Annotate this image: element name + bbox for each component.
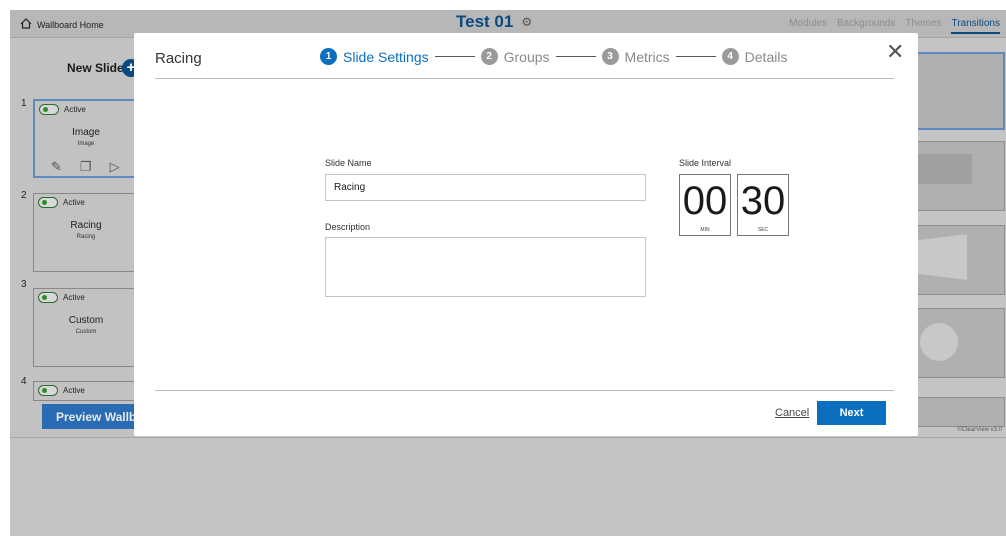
slide-number: 3 [21,279,27,290]
slide-title: Image [72,127,100,138]
step-number: 4 [721,48,739,65]
version-label: ©ClearView v3.0 [957,427,1002,433]
step-metrics[interactable]: 3 Metrics [601,48,670,65]
transition-thumb[interactable] [911,397,1005,427]
active-toggle[interactable]: Active [38,292,85,303]
top-nav: Modules Backgrounds Themes Transitions [789,18,1000,34]
slide-card-3[interactable]: Active Custom Custom [33,288,139,367]
slide-card-2[interactable]: Active Racing Racing [33,193,139,272]
step-connector [434,56,475,57]
step-groups[interactable]: 2 Groups [480,48,550,65]
home-label: Wallboard Home [37,19,104,30]
slide-subtitle: Image [77,141,95,147]
minutes-unit: MIN [700,227,710,233]
preview-wallboard-button[interactable]: Preview Wallboard [42,404,142,429]
new-slide-label: New Slide [67,61,124,75]
board-title-text: Test 01 [456,12,514,31]
edit-icon[interactable]: ✎ [51,159,62,175]
toggle-switch[interactable] [39,104,59,115]
step-label: Details [744,48,788,65]
seconds-value: 30 [740,179,786,223]
nav-themes[interactable]: Themes [905,18,941,34]
transition-thumb[interactable] [911,141,1005,211]
slide-card-1[interactable]: Active Image Image ✎ ❐ ▷ [33,99,139,178]
step-label: Metrics [624,48,670,65]
active-toggle[interactable]: Active [38,385,85,396]
step-label: Groups [503,48,550,65]
interval-seconds[interactable]: 30 SEC [737,174,789,236]
active-toggle[interactable]: Active [38,197,85,208]
seconds-unit: SEC [757,227,769,233]
slide-name-label: Slide Name [325,158,372,168]
toggle-label: Active [63,386,85,395]
step-number: 3 [601,48,619,65]
toggle-label: Active [63,293,85,302]
thumb-shape [912,234,967,280]
home-link[interactable]: Wallboard Home [20,18,104,31]
cancel-button[interactable]: Cancel [775,407,809,419]
wallboard-editor: Wallboard Home Test 01 ⚙ Modules Backgro… [10,10,1006,536]
step-number: 2 [480,48,498,65]
slide-settings-modal: Racing 1 Slide Settings 2 Groups 3 Metri… [134,33,918,436]
nav-modules[interactable]: Modules [789,18,827,34]
toggle-switch[interactable] [38,197,58,208]
toggle-label: Active [63,198,85,207]
minutes-value: 00 [682,179,728,223]
gear-icon[interactable]: ⚙ [521,15,532,29]
modal-title: Racing [155,50,202,67]
step-connector [555,56,596,57]
transition-thumb[interactable] [911,308,1005,378]
toggle-switch[interactable] [38,385,58,396]
transition-thumb[interactable] [911,52,1005,130]
slide-list-panel: New Slide + 1 Active Image Image ✎ ❐ ▷ 2… [10,39,142,437]
thumb-shape [912,154,972,184]
active-toggle[interactable]: Active [39,104,86,115]
slide-subtitle: Custom [75,329,97,335]
step-number: 1 [320,48,337,65]
toggle-label: Active [64,105,86,114]
slide-tools: ✎ ❐ ▷ [51,159,120,175]
interval-minutes[interactable]: 00 MIN [679,174,731,236]
slide-number: 2 [21,190,27,201]
next-button[interactable]: Next [817,401,886,425]
slide-interval-label: Slide Interval [679,158,732,168]
slide-title: Racing [70,220,102,231]
divider [10,437,1006,438]
footer-divider [155,390,894,391]
step-details[interactable]: 4 Details [721,48,788,65]
close-icon[interactable]: ✕ [886,39,904,65]
copy-icon[interactable]: ❐ [80,159,92,175]
board-title: Test 01 ⚙ [456,12,532,32]
slide-card-4[interactable]: Active [33,381,139,401]
slide-number: 4 [21,376,27,387]
slide-name-input[interactable] [325,174,646,201]
toggle-switch[interactable] [38,292,58,303]
header-divider [155,78,894,79]
nav-transitions[interactable]: Transitions [951,18,1000,34]
description-label: Description [325,222,371,232]
nav-backgrounds[interactable]: Backgrounds [837,18,895,34]
step-connector [675,56,716,57]
play-icon[interactable]: ▷ [110,159,120,175]
step-label: Slide Settings [343,48,429,65]
thumb-shape [920,323,958,361]
slide-subtitle: Racing [76,234,96,240]
slide-number: 1 [21,98,27,109]
home-icon [20,18,32,31]
wizard-stepper: 1 Slide Settings 2 Groups 3 Metrics 4 De… [320,48,787,65]
step-slide-settings[interactable]: 1 Slide Settings [320,48,429,65]
description-field[interactable] [325,237,646,297]
slide-title: Custom [68,315,104,326]
transition-thumb[interactable] [911,225,1005,295]
